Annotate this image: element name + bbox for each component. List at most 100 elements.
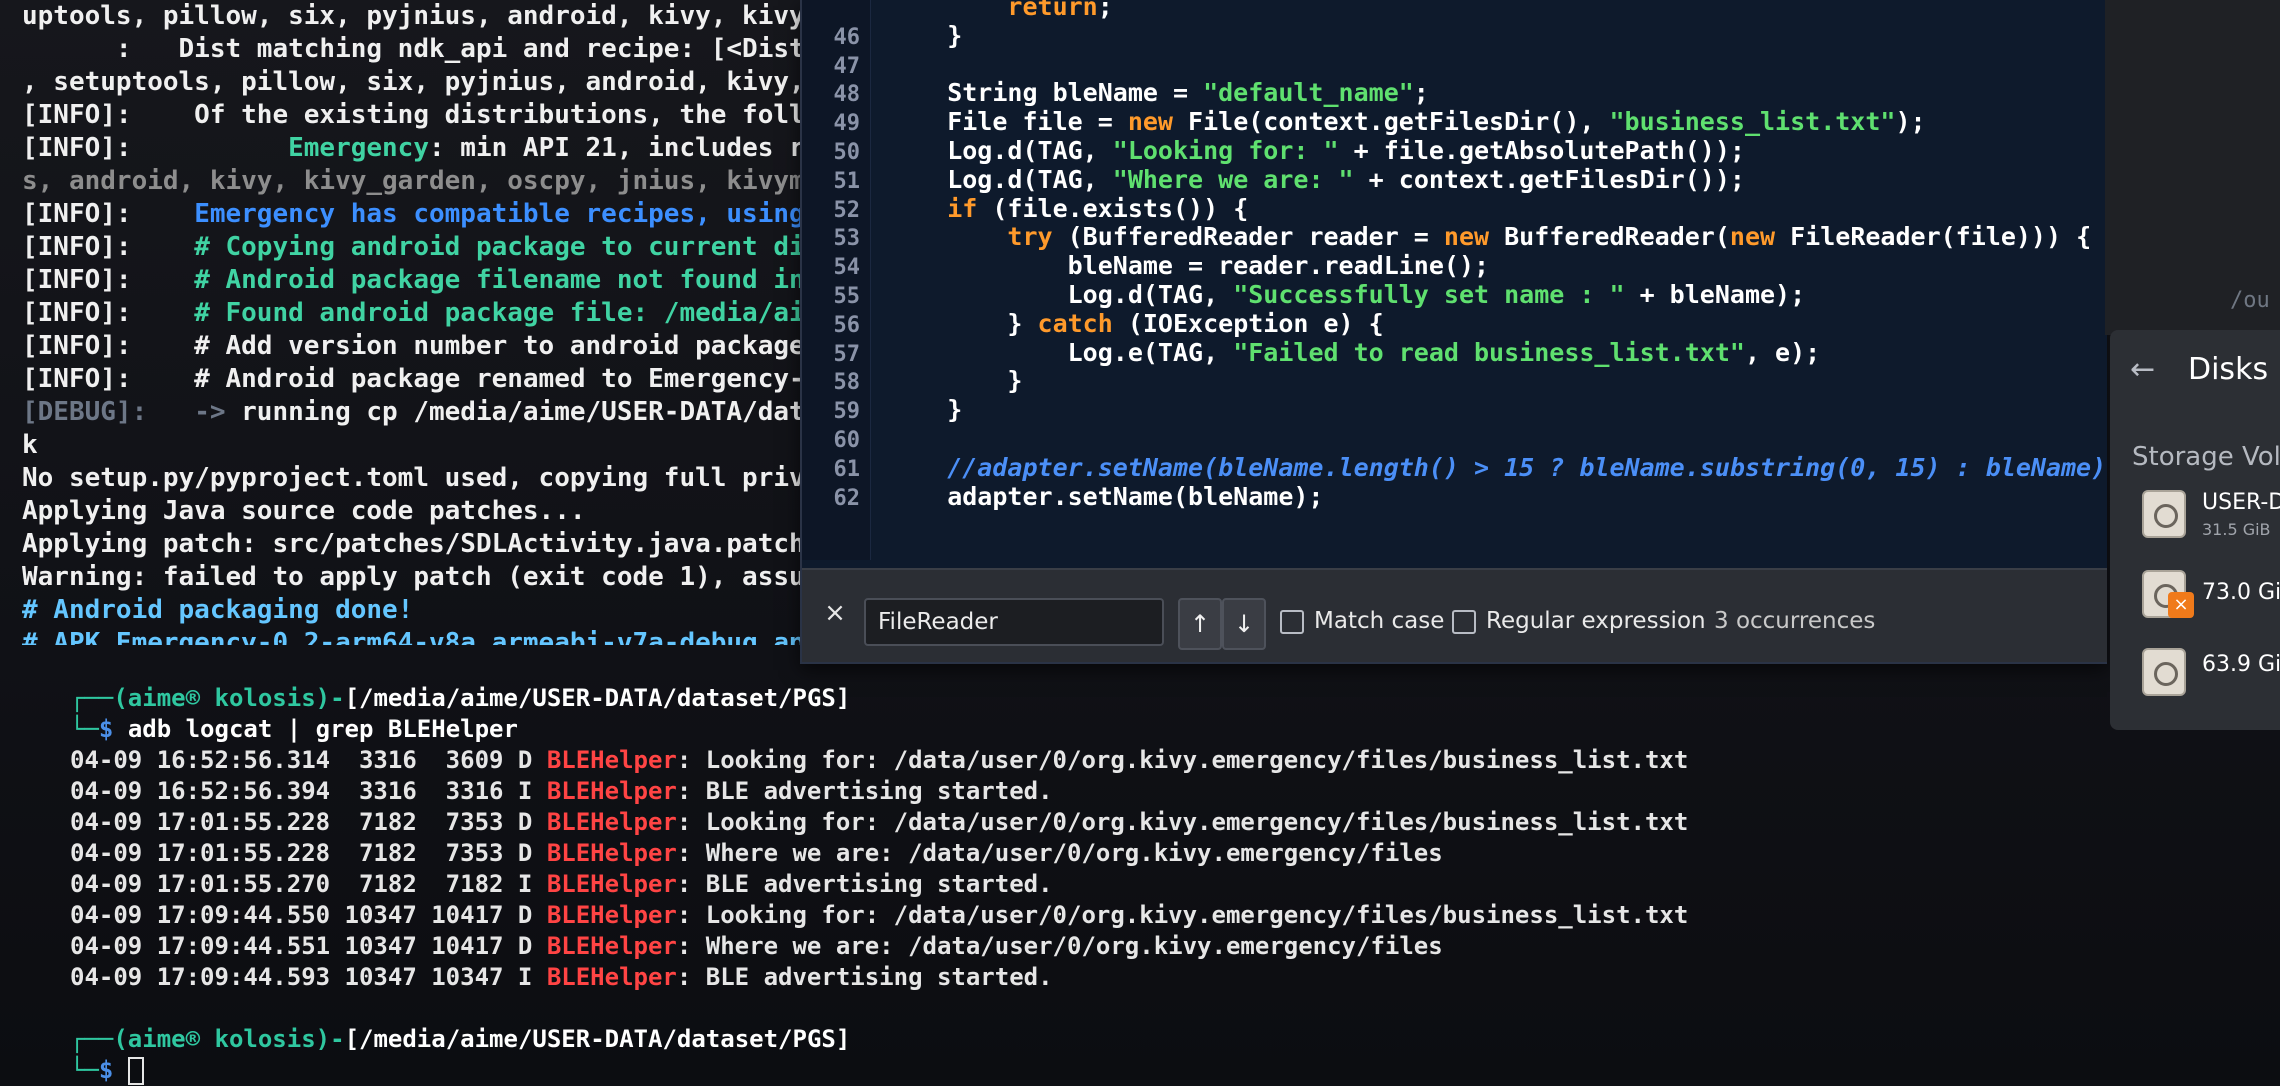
log-tag: BLEHelper [546, 901, 677, 929]
code-line[interactable]: try (BufferedReader reader = new Buffere… [887, 222, 2091, 251]
line-number: 54 [833, 255, 861, 281]
arrow-down-icon: ↓ [1233, 610, 1255, 638]
code-line[interactable]: String bleName = "default_name"; [887, 78, 1429, 107]
terminal-line: [INFO]: # Copying android package to cur… [22, 232, 802, 262]
disk-icon[interactable] [2142, 648, 2186, 696]
line-number: 52 [833, 197, 861, 223]
close-icon[interactable]: × [822, 600, 848, 626]
line-number: 53 [833, 226, 861, 252]
panel-title: Disks [2188, 352, 2269, 387]
logcat-output: 04-09 16:52:56.314 3316 3609 D BLEHelper… [70, 745, 1770, 993]
prompt-command-line: └─$ adb logcat | grep BLEHelper [70, 715, 518, 743]
prompt-line-2: ┌──(aime® kolosis)-[/media/aime/USER-DAT… [70, 1025, 851, 1053]
terminal-line: [INFO]: # Android package renamed to Eme… [22, 364, 802, 394]
find-previous-button[interactable]: ↑ [1178, 598, 1222, 650]
log-tag: BLEHelper [546, 839, 677, 867]
terminal-line: # Android packaging done! [22, 595, 414, 625]
terminal-line: , setuptools, pillow, six, pyjnius, andr… [22, 67, 802, 97]
log-row: 04-09 16:52:56.314 3316 3609 D BLEHelper… [70, 746, 1689, 774]
terminal-line: No setup.py/pyproject.toml used, copying… [22, 463, 802, 493]
disk-name[interactable]: USER-D [2202, 490, 2280, 515]
code-line[interactable]: //adapter.setName(bleName.length() > 15 … [887, 453, 2102, 482]
code-line[interactable]: Log.d(TAG, "Successfully set name : " + … [887, 280, 1806, 309]
terminal-session[interactable]: ┌──(aime® kolosis)-[/media/aime/USER-DAT… [70, 683, 1770, 1086]
line-number: 55 [833, 284, 861, 309]
match-case-checkbox[interactable] [1280, 610, 1304, 634]
prompt-path: [/media/aime/USER-DATA/dataset/PGS] [344, 684, 851, 712]
terminal-line: [INFO]: Emergency: min API 21, includes … [22, 133, 802, 163]
log-row: 04-09 17:01:55.228 7182 7353 D BLEHelper… [70, 808, 1689, 836]
line-number: 60 [833, 428, 861, 453]
log-tag: BLEHelper [546, 963, 677, 991]
line-number: 49 [833, 111, 861, 137]
code-line[interactable]: } [887, 366, 1022, 395]
log-tag: BLEHelper [546, 932, 677, 960]
line-number: 62 [833, 485, 861, 511]
regex-checkbox[interactable] [1452, 610, 1476, 634]
terminal-line: : Dist matching ndk_api and recipe: [<Di… [22, 34, 802, 64]
code-line[interactable]: if (file.exists()) { [887, 194, 1248, 223]
log-tag: BLEHelper [546, 870, 677, 898]
match-case-label[interactable]: Match case [1314, 608, 1444, 634]
terminal-build-output: uptools, pillow, six, pyjnius, android, … [22, 0, 802, 645]
cursor [127, 1057, 144, 1085]
terminal-line: [DEBUG]: -> running cp /media/aime/USER-… [22, 397, 802, 427]
terminal-line: Warning: failed to apply patch (exit cod… [22, 562, 802, 592]
code-line[interactable]: return; [887, 0, 1112, 21]
log-tag: BLEHelper [546, 777, 677, 805]
find-bar: × ↑ ↓ Match case Regular expression 3 oc… [802, 568, 2107, 662]
line-number: 51 [833, 168, 861, 194]
find-input[interactable] [864, 598, 1164, 646]
disk-name[interactable]: 63.9 Gi [2202, 652, 2280, 677]
arrow-up-icon: ↑ [1189, 610, 1211, 638]
code-line[interactable]: File file = new File(context.getFilesDir… [887, 107, 1925, 136]
code-line[interactable]: adapter.setName(bleName); [887, 482, 1323, 511]
terminal-line: [INFO]: # Add version number to android … [22, 331, 802, 361]
terminal-line: Applying Java source code patches... [22, 496, 586, 526]
code-line[interactable]: bleName = reader.readLine(); [887, 251, 1489, 280]
unmounted-badge-icon: × [2168, 592, 2194, 618]
terminal-line: [INFO]: Emergency has compatible recipes… [22, 199, 802, 229]
prompt-user: (aime® kolosis) [113, 684, 331, 712]
prompt-line-1: ┌──(aime® kolosis)-[/media/aime/USER-DAT… [70, 684, 851, 712]
back-arrow-icon[interactable]: ← [2130, 352, 2155, 387]
regex-label[interactable]: Regular expression [1486, 608, 1706, 634]
log-row: 04-09 17:01:55.228 7182 7353 D BLEHelper… [70, 839, 1443, 867]
terminal-line: # APK Emergency-0.2-arm64-v8a_armeabi-v7… [22, 628, 802, 645]
terminal-line: k [22, 430, 38, 460]
code-line[interactable]: } [887, 21, 962, 50]
line-number: 48 [833, 82, 861, 108]
line-number: 61 [833, 456, 861, 482]
storage-volumes-label: Storage Vol [2132, 442, 2280, 472]
code-line[interactable]: } catch (IOException e) { [887, 309, 1383, 338]
line-number: 47 [833, 53, 861, 79]
code-line[interactable]: Log.d(TAG, "Looking for: " + file.getAbs… [887, 136, 1745, 165]
code-line[interactable]: Log.d(TAG, "Where we are: " + context.ge… [887, 165, 1745, 194]
code-area[interactable]: return; } String bleName = "default_name… [887, 0, 2102, 560]
log-row: 04-09 17:09:44.593 10347 10347 I BLEHelp… [70, 963, 1053, 991]
line-number: 50 [833, 140, 861, 165]
log-row: 04-09 17:09:44.550 10347 10417 D BLEHelp… [70, 901, 1689, 929]
line-number: 46 [833, 24, 861, 50]
log-row: 04-09 17:01:55.270 7182 7182 I BLEHelper… [70, 870, 1053, 898]
line-number: 59 [833, 399, 861, 425]
disk-name[interactable]: 73.0 Gi [2202, 580, 2280, 605]
line-number: 57 [833, 341, 861, 367]
background-window [2105, 0, 2280, 335]
occurrence-count: 3 occurrences [1714, 608, 1876, 634]
disk-icon[interactable] [2142, 490, 2186, 538]
line-number-gutter: 46 47 48 49 50 51 52 53 54 55 56 57 58 59 60 61 62 [802, 0, 871, 560]
terminal-line: s, android, kivy, kivy_garden, oscpy, jn… [22, 166, 802, 196]
prompt-path-2: [/media/aime/USER-DATA/dataset/PGS] [344, 1025, 851, 1053]
terminal-line: uptools, pillow, six, pyjnius, android, … [22, 1, 802, 31]
find-next-button[interactable]: ↓ [1222, 598, 1266, 650]
prompt-input-line[interactable]: └─$ [70, 1055, 1770, 1086]
terminal-line: [INFO]: # Android package filename not f… [22, 265, 802, 295]
line-number: 56 [833, 312, 861, 338]
code-line[interactable]: } [887, 395, 962, 424]
terminal-line: [INFO]: # Found android package file: /m… [22, 298, 802, 328]
code-editor[interactable]: 46 47 48 49 50 51 52 53 54 55 56 57 58 59 60 61 62 retur… [800, 0, 2107, 664]
disks-panel[interactable]: ← Disks Storage Vol USER-D 31.5 GiB × 73… [2110, 330, 2280, 730]
prompt-command: adb logcat | grep BLEHelper [127, 715, 518, 743]
code-line[interactable]: Log.e(TAG, "Failed to read business_list… [887, 338, 1821, 367]
